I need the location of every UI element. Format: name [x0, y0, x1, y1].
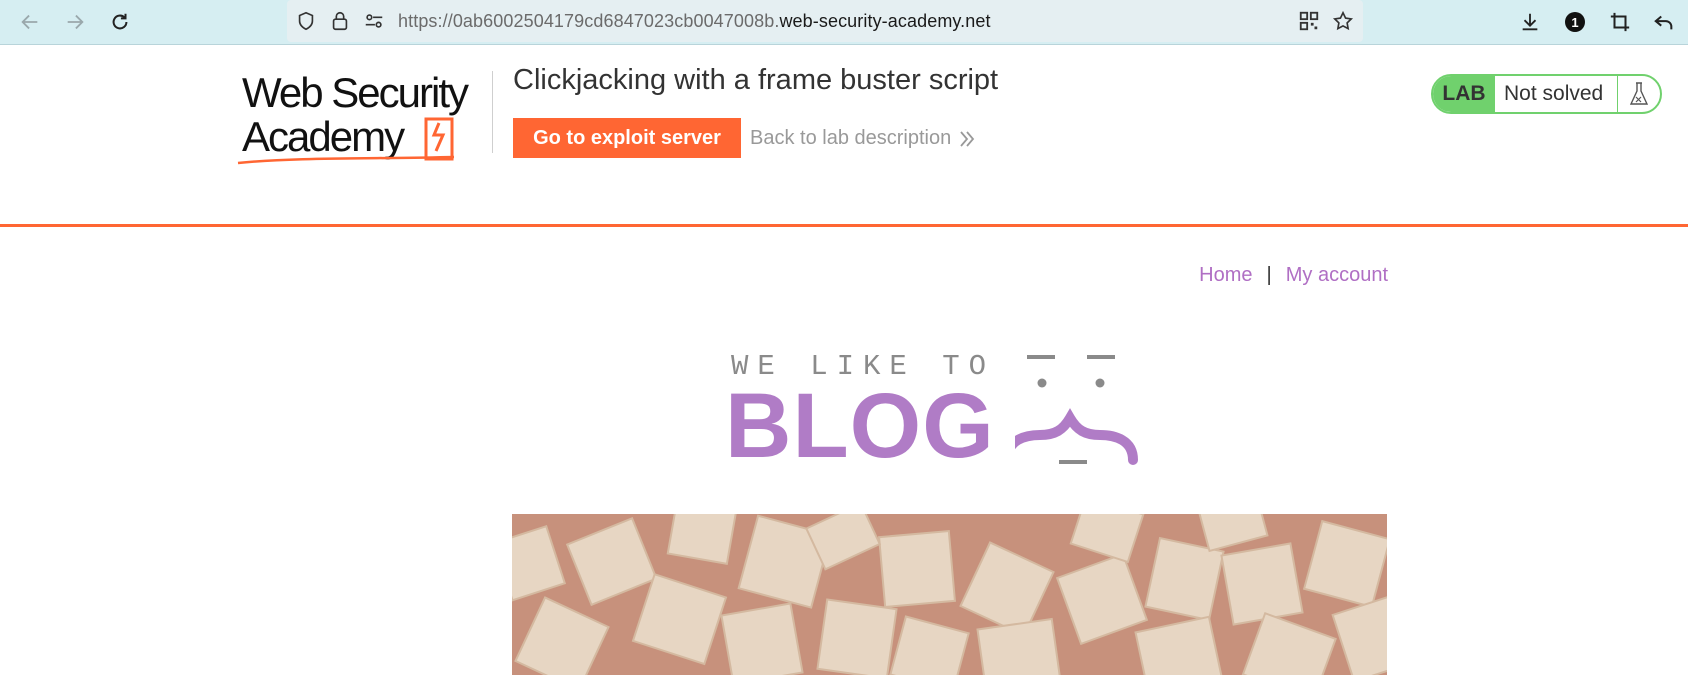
shield-icon[interactable]	[295, 10, 317, 32]
nav-separator: |	[1266, 264, 1272, 286]
back-button[interactable]	[14, 7, 46, 37]
crop-icon	[1610, 12, 1630, 32]
back-to-lab-link[interactable]: Back to lab description	[750, 127, 975, 150]
web-security-academy-logo[interactable]: Web Security Academy	[236, 71, 491, 171]
lock-icon[interactable]	[329, 10, 351, 32]
extension-button[interactable]: 1	[1559, 7, 1591, 37]
lab-status-text: Not solved	[1504, 82, 1604, 105]
download-icon	[1522, 13, 1538, 31]
star-icon[interactable]	[1332, 10, 1354, 32]
header-rule	[0, 224, 1688, 227]
my-account-link[interactable]: My account	[1286, 264, 1388, 287]
reload-button[interactable]	[104, 7, 136, 37]
double-chevron-right-icon	[960, 130, 975, 147]
back-to-lab-label: Back to lab description	[750, 127, 952, 149]
undo-button[interactable]	[1648, 7, 1680, 37]
lab-status-widget: LAB Not solved	[1431, 74, 1662, 114]
crop-button[interactable]	[1604, 7, 1636, 37]
logo-line1: Web Security	[242, 71, 469, 116]
blog-banner: WE LIKE TO BLOG	[725, 350, 1175, 475]
permissions-icon[interactable]	[363, 10, 385, 32]
home-link[interactable]: Home	[1199, 264, 1252, 287]
lab-header: Web Security Academy Clickjacking with a…	[0, 45, 1688, 225]
qr-code-icon[interactable]	[1298, 10, 1320, 32]
downloads-button[interactable]	[1514, 7, 1546, 37]
url-bar[interactable]: https://0ab6002504179cd6847023cb0047008b…	[287, 0, 1363, 42]
url-text[interactable]: https://0ab6002504179cd6847023cb0047008b…	[398, 11, 991, 32]
arrow-right-icon	[67, 14, 84, 30]
blog-nav: Home | My account	[1199, 264, 1388, 287]
header-divider	[492, 71, 493, 153]
reload-icon	[112, 13, 128, 30]
url-domain: web-security-academy.net	[779, 11, 991, 31]
extension-badge: 1	[1565, 12, 1585, 32]
logo-line2: Academy	[242, 113, 405, 160]
lab-flask	[1617, 76, 1660, 112]
lab-title: Clickjacking with a frame buster script	[513, 64, 999, 96]
exploit-server-button[interactable]: Go to exploit server	[513, 118, 741, 158]
blog-hero-image	[512, 514, 1387, 675]
curly-face-icon	[1015, 355, 1138, 465]
lab-badge: LAB	[1433, 76, 1495, 112]
url-prefix: https://0ab6002504179cd6847023cb0047008b…	[398, 11, 780, 31]
banner-title: BLOG	[725, 375, 995, 477]
undo-icon	[1654, 15, 1673, 30]
flask-icon	[1629, 82, 1649, 105]
forward-button[interactable]	[59, 7, 91, 37]
arrow-left-icon	[21, 14, 38, 30]
browser-toolbar: https://0ab6002504179cd6847023cb0047008b…	[0, 0, 1688, 45]
